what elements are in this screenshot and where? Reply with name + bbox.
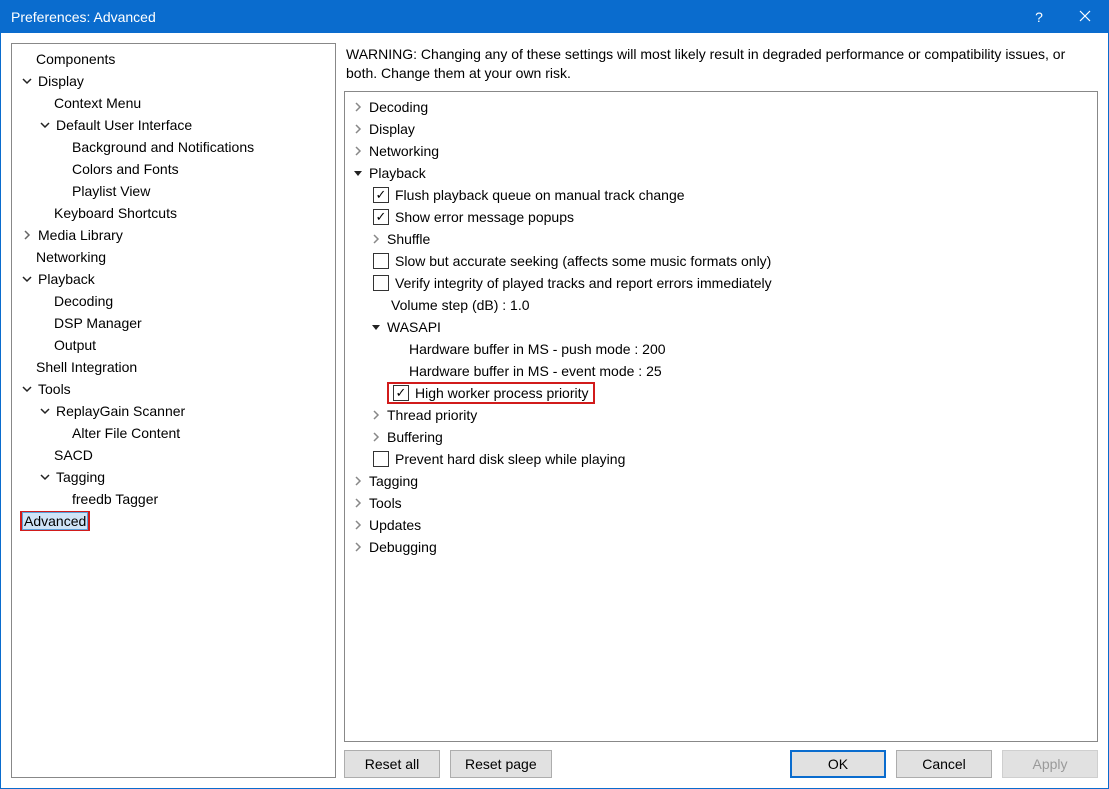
nav-colors-fonts[interactable]: Colors and Fonts: [12, 158, 335, 180]
cancel-button[interactable]: Cancel: [896, 750, 992, 778]
group-shuffle[interactable]: Shuffle: [351, 228, 1091, 250]
chevron-right-icon[interactable]: [369, 430, 383, 444]
nav-tagging[interactable]: Tagging: [12, 466, 335, 488]
chevron-right-icon[interactable]: [20, 228, 34, 242]
group-networking[interactable]: Networking: [351, 140, 1091, 162]
reset-page-button[interactable]: Reset page: [450, 750, 552, 778]
nav-shell-integration[interactable]: Shell Integration: [12, 356, 335, 378]
chevron-down-icon[interactable]: [351, 166, 365, 180]
nav-replaygain-scanner[interactable]: ReplayGain Scanner: [12, 400, 335, 422]
group-wasapi[interactable]: WASAPI: [351, 316, 1091, 338]
group-tools[interactable]: Tools: [351, 492, 1091, 514]
checkbox-icon[interactable]: ✓: [393, 385, 409, 401]
close-icon: [1079, 9, 1091, 25]
group-tagging[interactable]: Tagging: [351, 470, 1091, 492]
nav-dsp-manager[interactable]: DSP Manager: [12, 312, 335, 334]
nav-media-library[interactable]: Media Library: [12, 224, 335, 246]
nav-output[interactable]: Output: [12, 334, 335, 356]
chevron-down-icon[interactable]: [38, 470, 52, 484]
button-row: Reset all Reset page OK Cancel Apply: [344, 742, 1098, 778]
setting-verify-integrity[interactable]: Verify integrity of played tracks and re…: [351, 272, 1091, 294]
checkbox-icon[interactable]: [373, 451, 389, 467]
nav-display[interactable]: Display: [12, 70, 335, 92]
advanced-settings-tree[interactable]: Decoding Display Networking Playback ✓Fl…: [344, 91, 1098, 742]
chevron-down-icon[interactable]: [38, 118, 52, 132]
chevron-right-icon[interactable]: [351, 144, 365, 158]
group-debugging[interactable]: Debugging: [351, 536, 1091, 558]
nav-default-ui[interactable]: Default User Interface: [12, 114, 335, 136]
nav-advanced[interactable]: Advanced: [12, 510, 335, 532]
chevron-down-icon[interactable]: [20, 74, 34, 88]
chevron-down-icon[interactable]: [369, 320, 383, 334]
help-icon: ?: [1035, 9, 1043, 25]
chevron-right-icon[interactable]: [351, 540, 365, 554]
content-panel: WARNING: Changing any of these settings …: [344, 43, 1098, 778]
chevron-right-icon[interactable]: [351, 474, 365, 488]
nav-playlist-view[interactable]: Playlist View: [12, 180, 335, 202]
group-buffering[interactable]: Buffering: [351, 426, 1091, 448]
nav-tools[interactable]: Tools: [12, 378, 335, 400]
chevron-down-icon[interactable]: [38, 404, 52, 418]
window-title: Preferences: Advanced: [11, 9, 1016, 25]
nav-bg-notifications[interactable]: Background and Notifications: [12, 136, 335, 158]
close-button[interactable]: [1062, 1, 1108, 33]
setting-slow-seeking[interactable]: Slow but accurate seeking (affects some …: [351, 250, 1091, 272]
setting-high-worker-priority[interactable]: ✓ High worker process priority: [351, 382, 1091, 404]
warning-text: WARNING: Changing any of these settings …: [344, 43, 1098, 91]
nav-playback[interactable]: Playback: [12, 268, 335, 290]
nav-context-menu[interactable]: Context Menu: [12, 92, 335, 114]
chevron-right-icon[interactable]: [351, 122, 365, 136]
setting-hw-buffer-push[interactable]: Hardware buffer in MS - push mode : 200: [351, 338, 1091, 360]
chevron-right-icon[interactable]: [351, 518, 365, 532]
group-updates[interactable]: Updates: [351, 514, 1091, 536]
setting-hw-buffer-event[interactable]: Hardware buffer in MS - event mode : 25: [351, 360, 1091, 382]
nav-networking[interactable]: Networking: [12, 246, 335, 268]
preferences-window: Preferences: Advanced ? Components Displ…: [0, 0, 1109, 789]
setting-flush-queue[interactable]: ✓Flush playback queue on manual track ch…: [351, 184, 1091, 206]
chevron-right-icon[interactable]: [351, 100, 365, 114]
checkbox-icon[interactable]: ✓: [373, 187, 389, 203]
chevron-right-icon[interactable]: [369, 232, 383, 246]
apply-button[interactable]: Apply: [1002, 750, 1098, 778]
checkbox-icon[interactable]: ✓: [373, 209, 389, 225]
nav-tree[interactable]: Components Display Context Menu Default …: [11, 43, 336, 778]
help-button[interactable]: ?: [1016, 1, 1062, 33]
group-thread-priority[interactable]: Thread priority: [351, 404, 1091, 426]
chevron-right-icon[interactable]: [369, 408, 383, 422]
setting-prevent-sleep[interactable]: Prevent hard disk sleep while playing: [351, 448, 1091, 470]
nav-alter-file-content[interactable]: Alter File Content: [12, 422, 335, 444]
chevron-right-icon[interactable]: [351, 496, 365, 510]
chevron-down-icon[interactable]: [20, 272, 34, 286]
dialog-body: Components Display Context Menu Default …: [1, 33, 1108, 788]
group-decoding[interactable]: Decoding: [351, 96, 1091, 118]
ok-button[interactable]: OK: [790, 750, 886, 778]
checkbox-icon[interactable]: [373, 253, 389, 269]
titlebar[interactable]: Preferences: Advanced ?: [1, 1, 1108, 33]
nav-freedb-tagger[interactable]: freedb Tagger: [12, 488, 335, 510]
nav-sacd[interactable]: SACD: [12, 444, 335, 466]
chevron-down-icon[interactable]: [20, 382, 34, 396]
nav-components[interactable]: Components: [12, 48, 335, 70]
nav-keyboard-shortcuts[interactable]: Keyboard Shortcuts: [12, 202, 335, 224]
reset-all-button[interactable]: Reset all: [344, 750, 440, 778]
setting-show-error-popups[interactable]: ✓Show error message popups: [351, 206, 1091, 228]
setting-volume-step[interactable]: Volume step (dB) : 1.0: [351, 294, 1091, 316]
nav-decoding[interactable]: Decoding: [12, 290, 335, 312]
group-playback[interactable]: Playback: [351, 162, 1091, 184]
group-display[interactable]: Display: [351, 118, 1091, 140]
checkbox-icon[interactable]: [373, 275, 389, 291]
